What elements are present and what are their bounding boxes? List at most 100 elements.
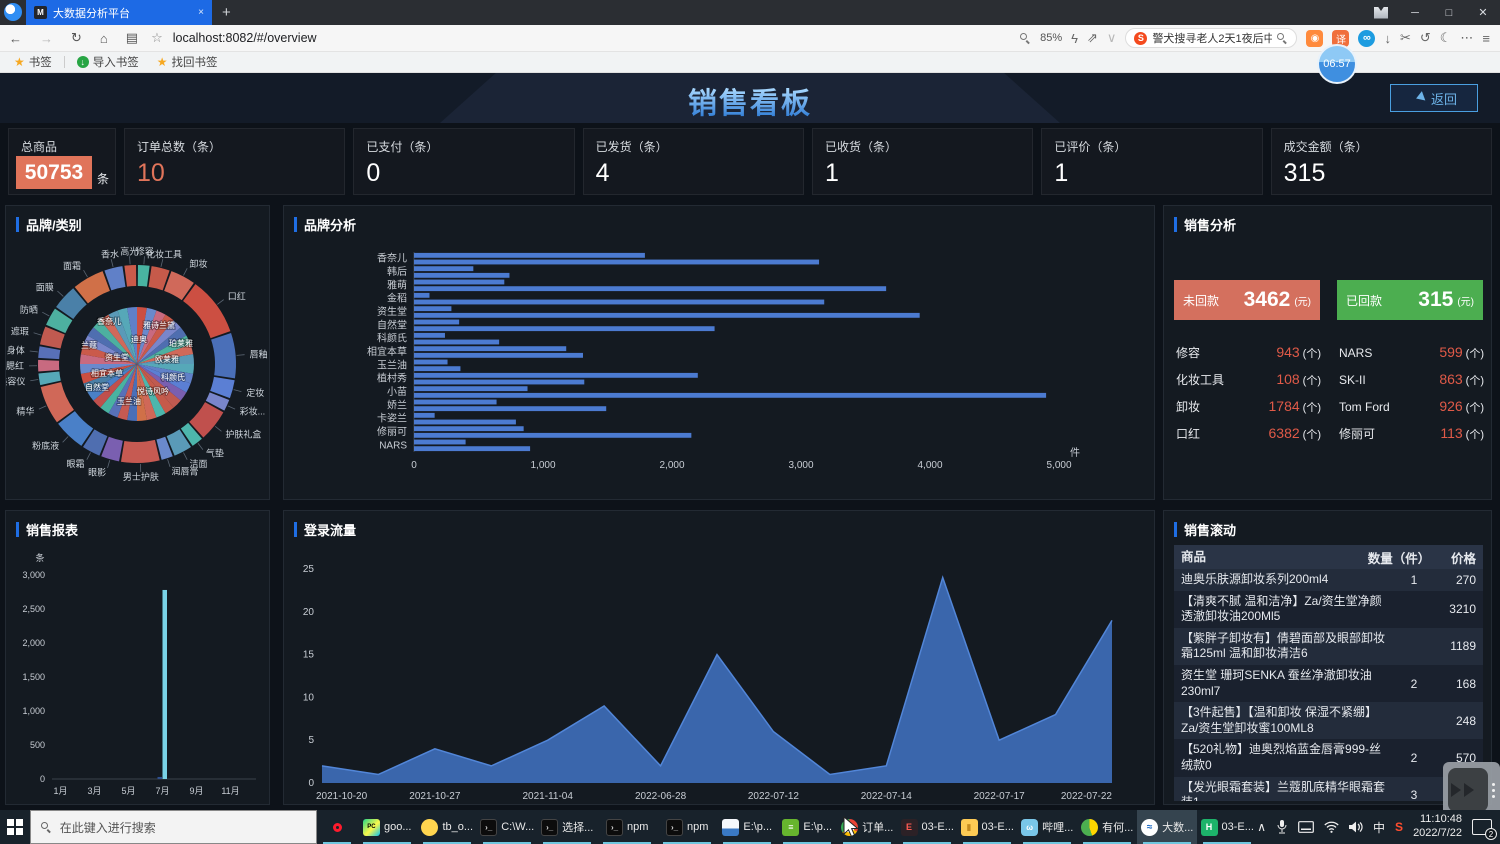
zoom-search-icon[interactable]: [1020, 33, 1031, 44]
star-icon: ★: [14, 55, 25, 69]
stat-card-total: 总商品 50753 条: [8, 128, 116, 195]
taskbar-app-bili[interactable]: ω哔哩...: [1017, 810, 1077, 844]
tab-title: 大数据分析平台: [53, 5, 192, 21]
stat-label: 已评价（条）: [1054, 138, 1126, 155]
game-center-icon[interactable]: ◉: [1306, 30, 1323, 47]
refresh-button[interactable]: ↻: [62, 30, 91, 46]
taskbar-app-cmd[interactable]: ›_C:\W...: [477, 810, 537, 844]
brand-bar-chart: 香奈儿韩后雅萌金稻资生堂自然堂科颜氏相宜本草玉兰油植村秀小苗娇兰卡姿兰修丽可NA…: [284, 234, 1154, 499]
svg-text:0: 0: [411, 460, 417, 471]
minimize-button[interactable]: ─: [1398, 7, 1432, 19]
taskbar-app-explorer[interactable]: E:\p...: [717, 810, 777, 844]
svg-text:相宜本草: 相宜本草: [91, 368, 123, 378]
panel-sales-analysis: 销售分析 未回款 3462 (元) 已回款 315 (元) 修容943(个)化妆…: [1163, 205, 1492, 500]
taskbar-app-pycharm[interactable]: PCgoo...: [357, 810, 417, 844]
chrome-icon: [841, 819, 858, 836]
chevron-down-icon[interactable]: ∨: [1107, 30, 1117, 46]
browser-logo-icon[interactable]: [4, 3, 22, 21]
back-to-home-button[interactable]: 返回: [1390, 84, 1478, 112]
home-button[interactable]: ⌂: [91, 31, 117, 46]
browser-tab[interactable]: M 大数据分析平台 ×: [26, 0, 212, 25]
back-button[interactable]: ←: [0, 31, 31, 46]
item-value: 599: [1439, 344, 1462, 360]
svg-text:0: 0: [308, 778, 314, 789]
taskbar-app-ever[interactable]: E03-E...: [897, 810, 957, 844]
taskbar-app-opera[interactable]: [317, 810, 357, 844]
menu-icon[interactable]: ≡: [1482, 31, 1490, 46]
new-tab-button[interactable]: +: [212, 0, 241, 25]
panel-sales-report: 销售报表 条3,0002,5002,0001,5001,00050001月3月5…: [5, 510, 270, 805]
share-icon[interactable]: ⇗: [1087, 30, 1098, 46]
bookmark-item[interactable]: ★ 书签: [8, 54, 58, 70]
reading-list-button[interactable]: ▤: [117, 30, 147, 46]
product-name: 【发光眼霜套装】兰蔻肌底精华眼霜套装1: [1174, 780, 1393, 801]
download-icon[interactable]: ↓: [1384, 31, 1391, 46]
taskbar-app-cmd[interactable]: ›_npm: [597, 810, 657, 844]
taskbar-app-wave[interactable]: ≈大数...: [1137, 810, 1197, 844]
sogou-ime-icon[interactable]: S: [1395, 820, 1403, 834]
item-unit: (个): [1466, 372, 1484, 388]
url-bar[interactable]: localhost:8082/#/overview: [173, 31, 317, 45]
notification-center-icon[interactable]: 2: [1472, 819, 1492, 835]
mini-player[interactable]: [1448, 768, 1488, 812]
svg-text:迪奥: 迪奥: [131, 334, 147, 344]
tray-expand-icon[interactable]: ∧: [1257, 820, 1266, 834]
table-row: 【紫胖子卸妆有】倩碧面部及眼部卸妆霜125ml 温和卸妆清洁61189: [1174, 628, 1483, 665]
start-button[interactable]: [0, 810, 30, 844]
product-price: 270: [1435, 573, 1483, 587]
touch-keyboard-icon[interactable]: [1298, 821, 1314, 833]
taskbar-app-green[interactable]: 有何...: [1077, 810, 1137, 844]
microphone-icon[interactable]: [1276, 820, 1288, 834]
stat-value: 315: [1284, 159, 1326, 188]
taskbar-search[interactable]: 在此键入进行搜索: [30, 810, 318, 844]
svg-text:5月: 5月: [121, 786, 135, 796]
sales-analysis-row: NARS599(个): [1339, 344, 1484, 361]
bookmark-star-icon[interactable]: ☆: [151, 30, 163, 46]
browser-search-box[interactable]: S 警犬搜寻老人2天1夜后中暑: [1125, 28, 1297, 48]
title-accent: [294, 522, 297, 537]
stat-card: 订单总数（条）10: [124, 128, 345, 195]
bookmark-import[interactable]: ↓ 导入书签: [71, 54, 145, 70]
history-undo-icon[interactable]: ↺: [1420, 30, 1431, 46]
close-button[interactable]: ✕: [1466, 6, 1500, 19]
bili-icon: ω: [1021, 819, 1038, 836]
stat-card: 已发货（条）4: [583, 128, 804, 195]
taskbar-clock[interactable]: 11:10:48 2022/7/22: [1413, 813, 1462, 841]
product-name: 【3件起售】【温和卸妆 保湿不紧绷】Za/资生堂卸妆蜜100ML8: [1174, 705, 1393, 736]
taskbar-app-cmd[interactable]: ›_选择...: [537, 810, 597, 844]
recording-timer-badge[interactable]: 06:57: [1317, 44, 1357, 84]
product-price: 168: [1435, 677, 1483, 691]
night-mode-icon[interactable]: ☾: [1440, 30, 1452, 46]
bookmark-restore[interactable]: ★ 找回书签: [151, 54, 224, 70]
product-qty: 3: [1393, 788, 1435, 801]
tab-close-icon[interactable]: ×: [198, 7, 204, 18]
wifi-icon[interactable]: [1324, 821, 1339, 833]
forward-button[interactable]: →: [31, 31, 62, 46]
taskbar-app-cmd[interactable]: ›_npm: [657, 810, 717, 844]
more-icon[interactable]: ⋯: [1460, 30, 1473, 46]
taskbar-app-camel[interactable]: tb_o...: [417, 810, 477, 844]
infinity-extension-icon[interactable]: ∞: [1358, 30, 1375, 47]
svg-text:资生堂: 资生堂: [105, 352, 129, 362]
stat-card: 已评价（条）1: [1041, 128, 1262, 195]
product-name: 资生堂 珊珂SENKA 蚕丝净澈卸妆油230ml7: [1174, 668, 1393, 699]
maximize-button[interactable]: □: [1432, 7, 1466, 19]
taskbar-app-chrome[interactable]: 订单...: [837, 810, 897, 844]
taskbar-app-folder[interactable]: ▮03-E...: [957, 810, 1017, 844]
ime-indicator[interactable]: 中: [1373, 819, 1385, 836]
security-vest-icon[interactable]: [1374, 7, 1388, 19]
zoom-level[interactable]: 85%: [1040, 32, 1062, 44]
svg-text:2022-07-14: 2022-07-14: [861, 791, 913, 802]
svg-text:3,000: 3,000: [788, 460, 813, 471]
taskbar-app-hb[interactable]: H03-E...: [1197, 810, 1257, 844]
item-name: NARS: [1339, 346, 1439, 360]
svg-text:相宜本草: 相宜本草: [367, 345, 407, 358]
taskbar-app-notepad[interactable]: ≡E:\p...: [777, 810, 837, 844]
lightning-icon[interactable]: ϟ: [1071, 31, 1078, 46]
hot-search-text[interactable]: 警犬搜寻老人2天1夜后中暑: [1152, 30, 1272, 46]
widget-menu-dots-icon[interactable]: [1492, 783, 1495, 798]
search-icon[interactable]: [1277, 33, 1288, 44]
volume-icon[interactable]: [1349, 821, 1363, 833]
screenshot-scissors-icon[interactable]: ✂: [1400, 30, 1411, 46]
svg-text:2022-07-22: 2022-07-22: [1061, 791, 1113, 802]
